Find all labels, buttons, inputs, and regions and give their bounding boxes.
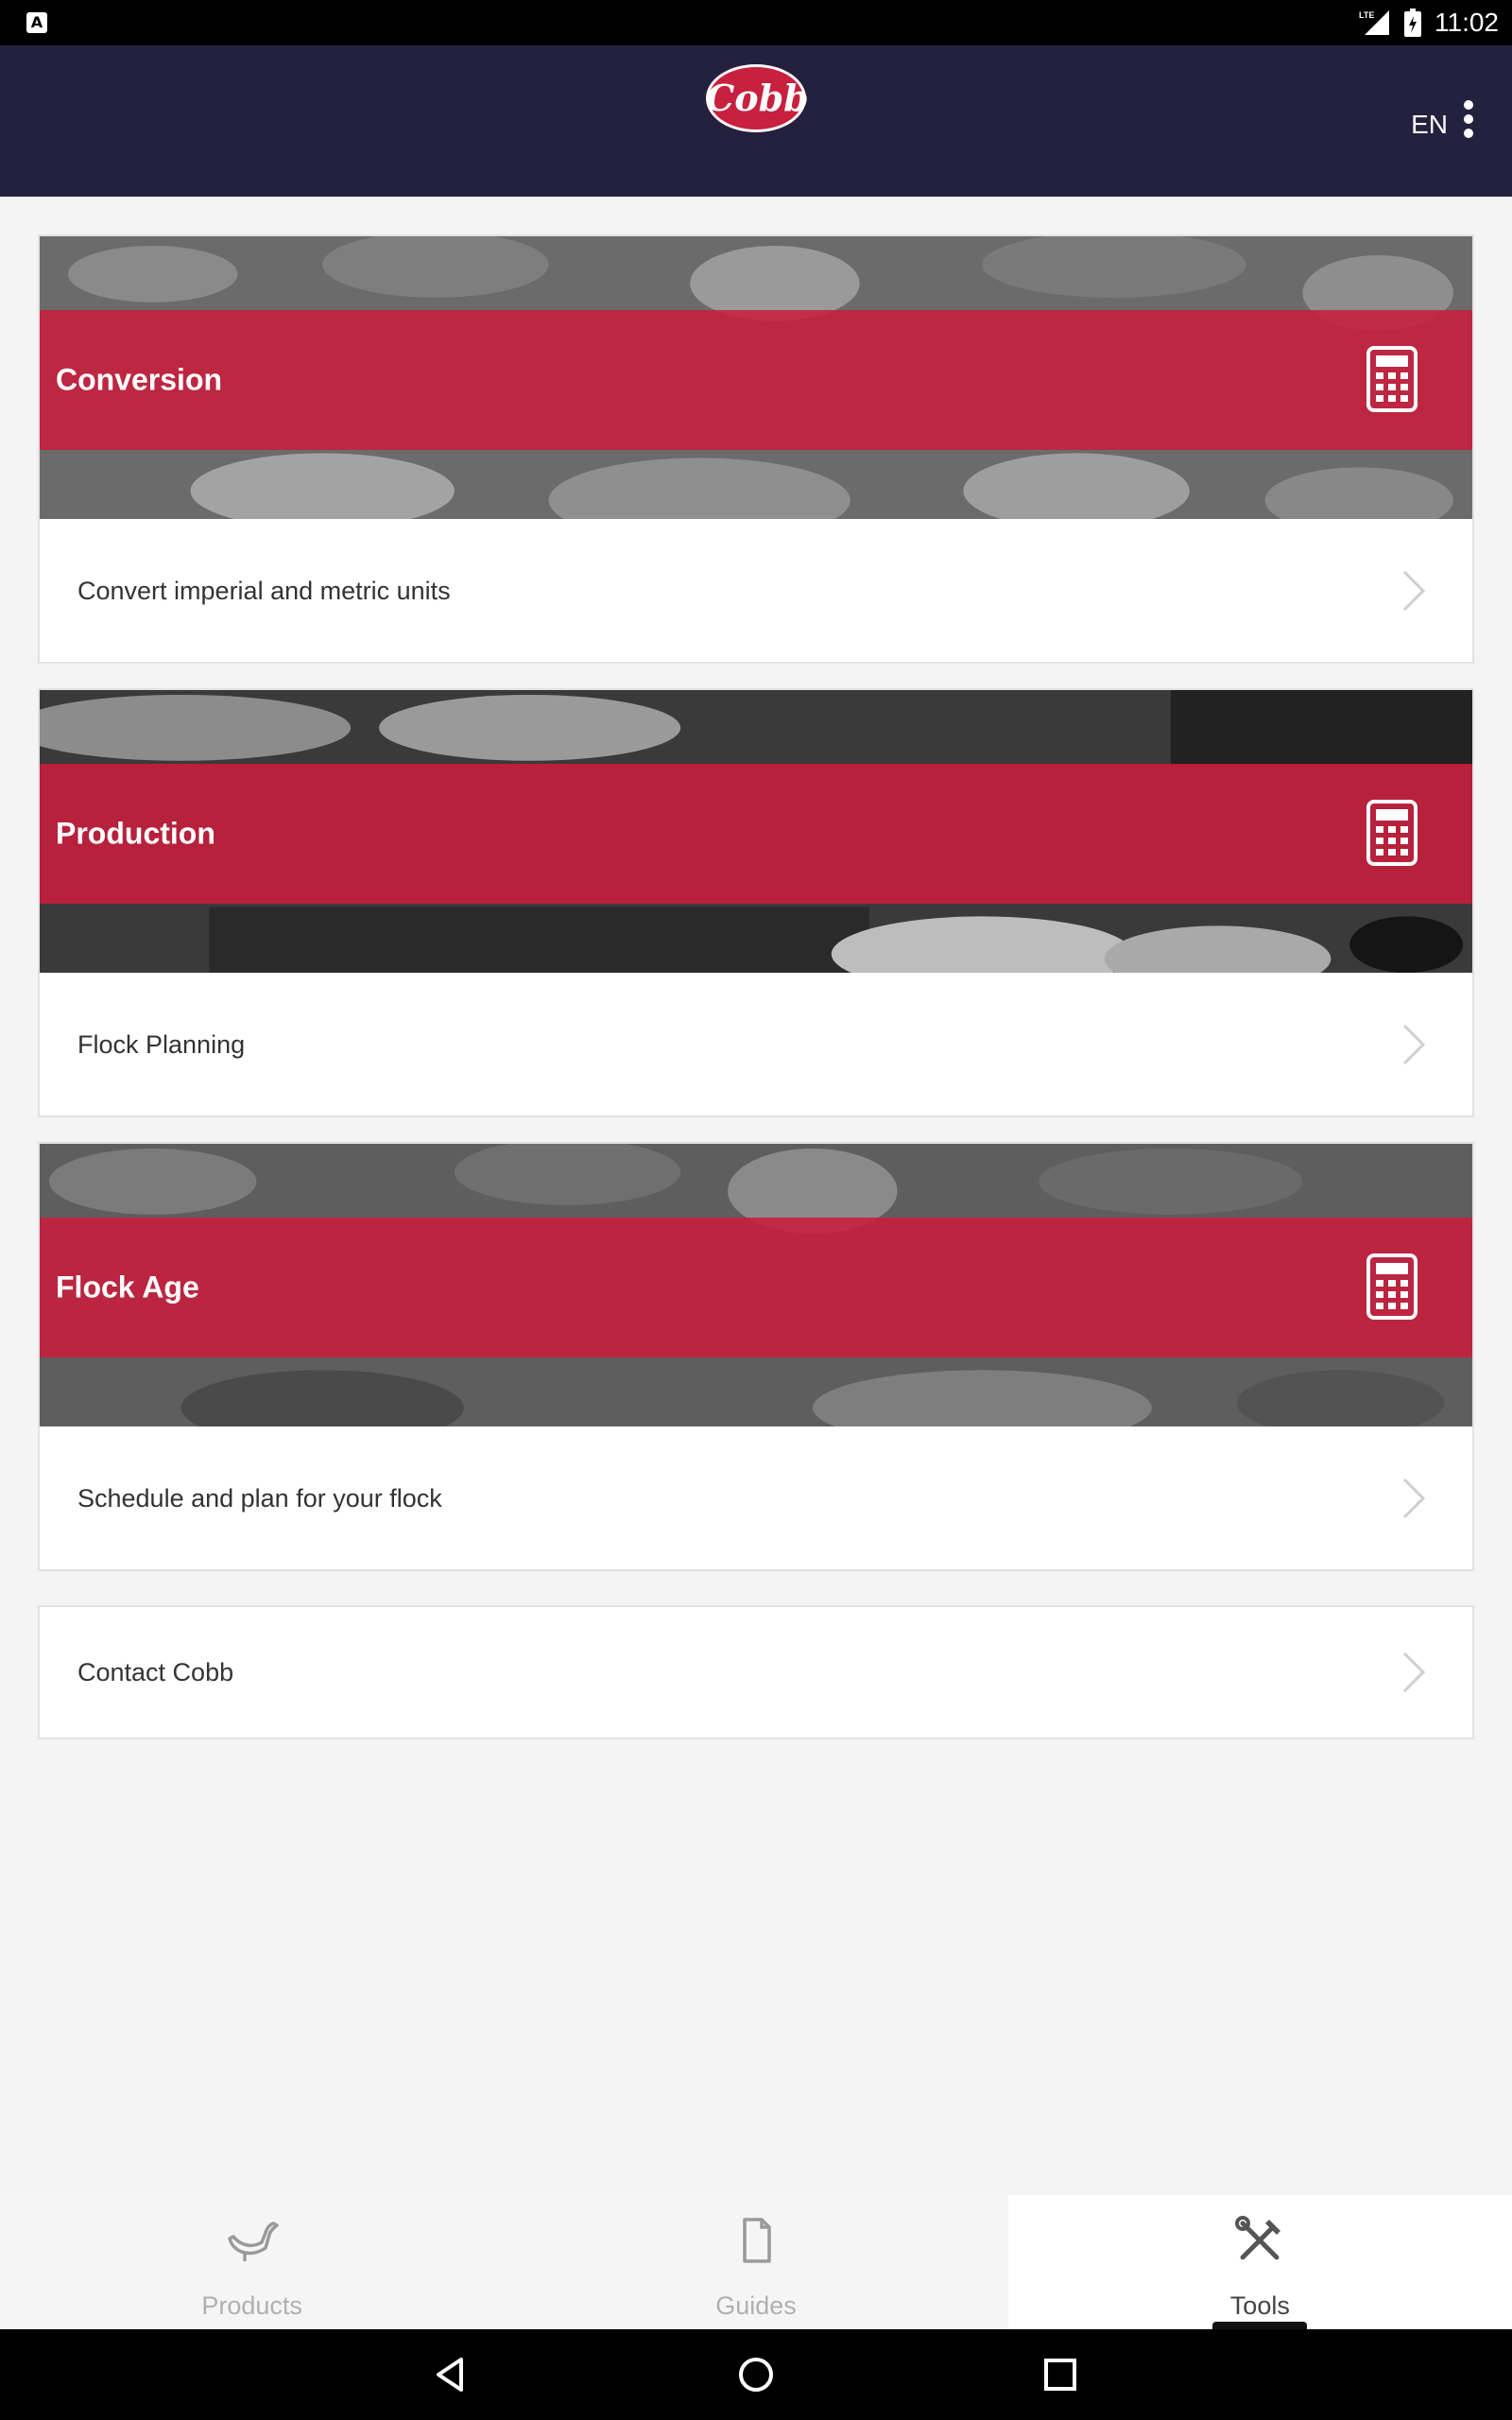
nav-label: Products	[201, 2291, 302, 2320]
battery-icon	[1404, 9, 1421, 37]
tools-icon	[1235, 2216, 1281, 2260]
more-vert-icon[interactable]	[1463, 100, 1474, 146]
status-time: 11:02	[1435, 8, 1499, 37]
calculator-icon	[1366, 346, 1418, 412]
card-subtitle: Flock Planning	[77, 1029, 246, 1059]
home-icon[interactable]	[733, 2352, 779, 2397]
card-production[interactable]: Production Flock Planning	[38, 688, 1474, 1117]
card-title: Conversion	[56, 362, 223, 397]
active-tab-indicator	[1212, 2322, 1308, 2329]
card-title-band: Conversion	[40, 310, 1472, 450]
card-row[interactable]: Convert imperial and metric units	[40, 520, 1472, 662]
nav-products[interactable]: Products	[0, 2195, 504, 2329]
chevron-right-icon	[1402, 1478, 1426, 1519]
card-row[interactable]: Flock Planning	[40, 974, 1472, 1115]
card-hero: Conversion	[40, 236, 1472, 520]
system-nav-bar	[0, 2329, 1512, 2420]
nav-label: Guides	[715, 2291, 797, 2320]
card-flock-age[interactable]: Flock Age Schedule and plan for your flo…	[38, 1142, 1474, 1571]
recents-icon[interactable]	[1038, 2352, 1083, 2397]
card-row[interactable]: Schedule and plan for your flock	[40, 1427, 1472, 1569]
contact-label: Contact Cobb	[77, 1657, 234, 1686]
back-icon[interactable]	[429, 2352, 474, 2397]
card-title-band: Production	[40, 764, 1472, 904]
status-right: LTE 11:02	[1359, 0, 1499, 45]
nav-tools[interactable]: Tools	[1007, 2195, 1512, 2329]
status-bar: A LTE 11:02	[0, 0, 1512, 45]
chevron-right-icon	[1402, 570, 1426, 612]
card-subtitle: Schedule and plan for your flock	[77, 1483, 442, 1512]
language-selector[interactable]: EN	[1411, 110, 1448, 140]
card-subtitle: Convert imperial and metric units	[77, 576, 451, 605]
card-conversion[interactable]: Conversion Convert imperial and metric u…	[38, 234, 1474, 664]
notification-icon: A	[26, 12, 47, 33]
card-hero: Production	[40, 690, 1472, 974]
contact-cobb-row[interactable]: Contact Cobb	[38, 1605, 1474, 1739]
card-title-band: Flock Age	[40, 1218, 1472, 1357]
calculator-icon	[1366, 1253, 1418, 1320]
signal-icon: LTE	[1359, 10, 1389, 35]
network-type-label: LTE	[1359, 10, 1374, 20]
nav-guides[interactable]: Guides	[504, 2195, 1007, 2329]
chicken-icon	[227, 2221, 279, 2261]
chevron-right-icon	[1402, 1651, 1426, 1693]
card-title: Flock Age	[56, 1270, 199, 1305]
calculator-icon	[1366, 800, 1418, 866]
chevron-right-icon	[1402, 1024, 1426, 1065]
bottom-nav: Products Guides Tools	[0, 2195, 1512, 2329]
cobb-logo: Cobb	[706, 64, 809, 132]
nav-label: Tools	[1229, 2291, 1290, 2320]
card-hero: Flock Age	[40, 1144, 1472, 1427]
document-icon	[743, 2218, 771, 2263]
card-title: Production	[56, 816, 215, 851]
